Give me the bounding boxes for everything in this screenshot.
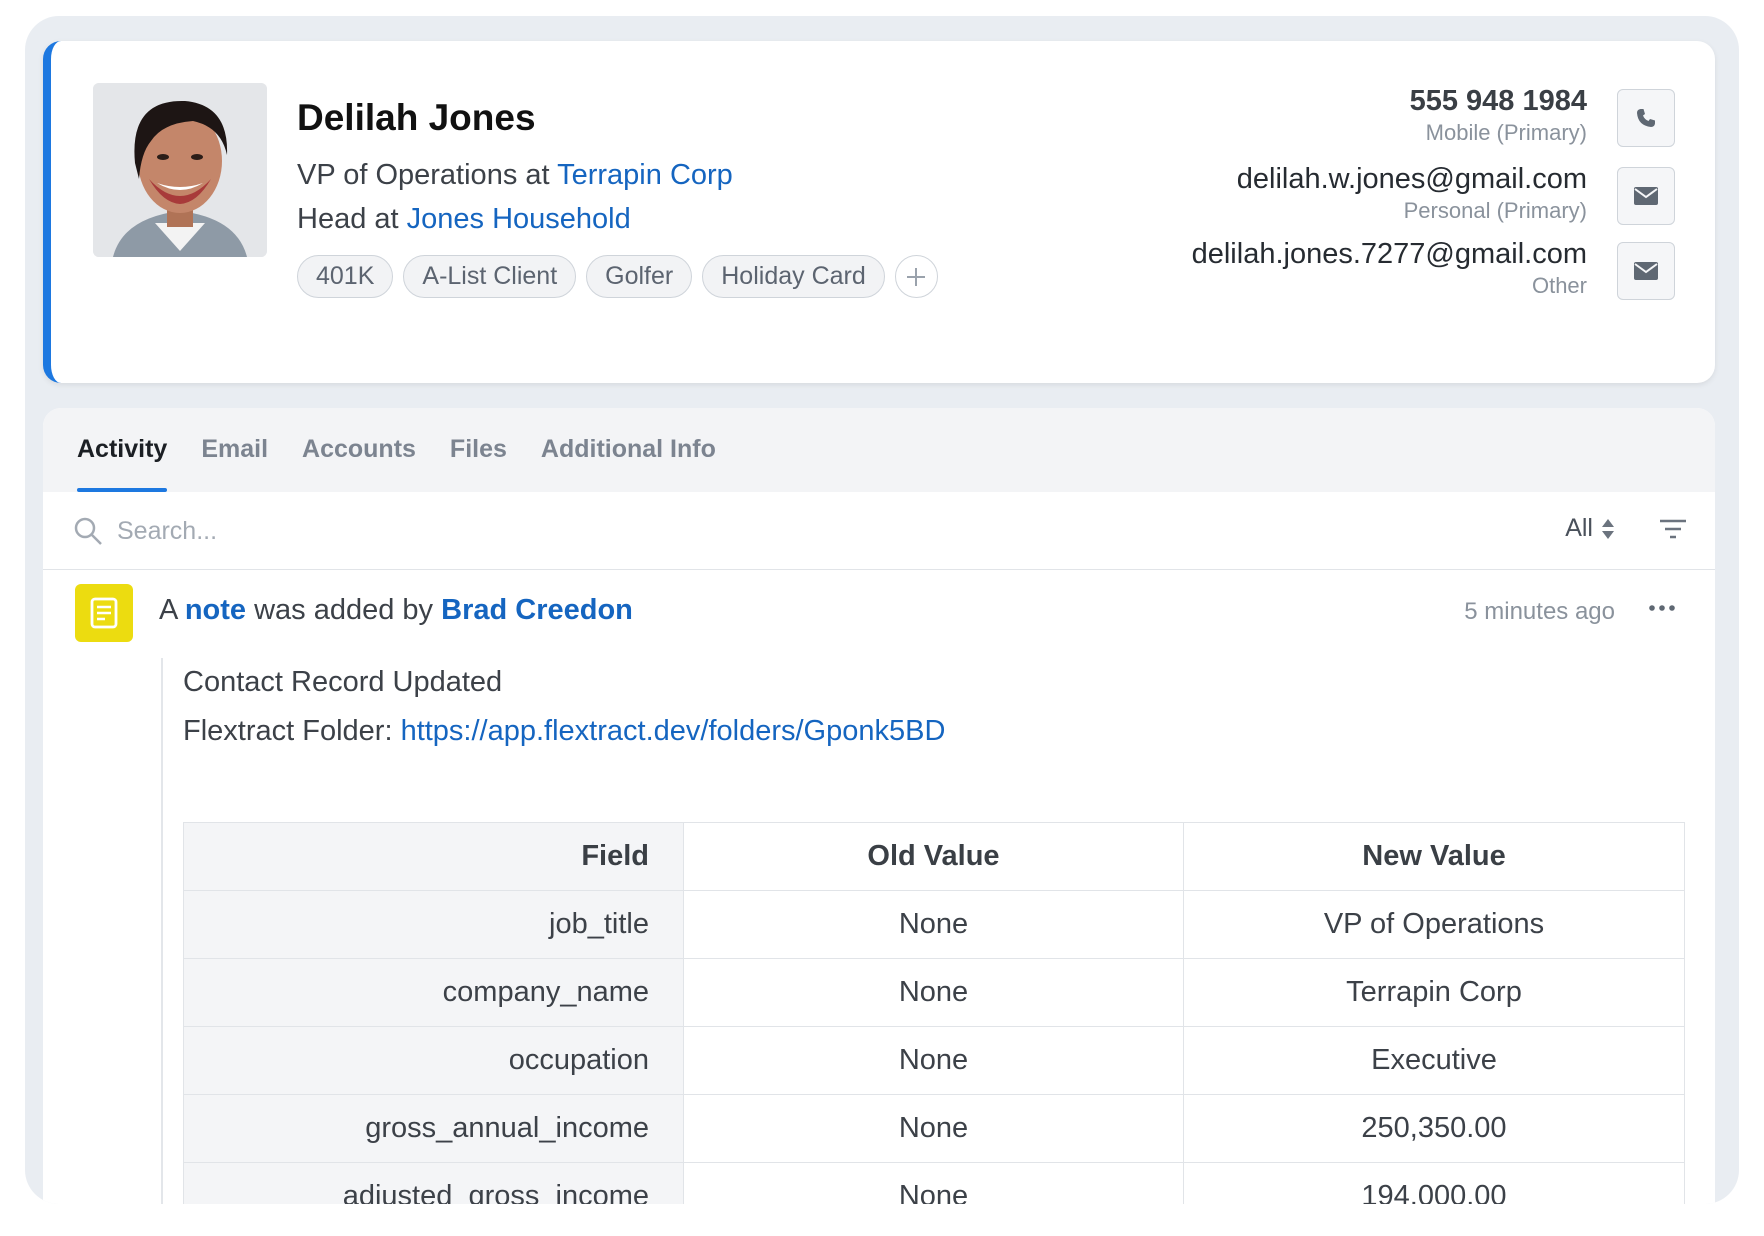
tab-bar: Activity Email Accounts Files Additional…: [43, 408, 1715, 492]
activity-body: Contact Record Updated Flextract Folder:…: [161, 658, 1691, 1204]
folder-label: Flextract Folder:: [183, 715, 393, 747]
mail-icon: [1634, 262, 1658, 280]
column-header-field: Field: [183, 822, 684, 891]
tab-accounts[interactable]: Accounts: [302, 435, 416, 492]
old-value-cell: None: [683, 1162, 1184, 1204]
note-link[interactable]: note: [185, 594, 246, 626]
search-icon: [74, 517, 102, 545]
new-value-cell: 250,350.00: [1183, 1094, 1685, 1163]
activity-panel: Activity Email Accounts Files Additional…: [43, 408, 1715, 1204]
tag-chip[interactable]: A-List Client: [403, 255, 577, 298]
old-value-cell: None: [683, 890, 1184, 959]
tab-email[interactable]: Email: [201, 435, 268, 492]
plus-icon: [907, 267, 926, 286]
email-other-label: Other: [1531, 273, 1587, 298]
job-title-text: VP of Operations at: [297, 159, 550, 191]
table-row: company_name None Terrapin Corp: [183, 958, 1685, 1027]
table-row: gross_annual_income None 250,350.00: [183, 1094, 1685, 1163]
contact-card: Delilah Jones VP of Operations at Terrap…: [43, 41, 1715, 383]
table-header-row: Field Old Value New Value: [183, 822, 1685, 891]
changes-table: Field Old Value New Value job_title None…: [183, 822, 1685, 1204]
email-other-block: delilah.jones.7277@gmail.com Other: [1192, 238, 1587, 299]
tag-list: 401K A-List Client Golfer Holiday Card: [297, 255, 938, 298]
table-row: job_title None VP of Operations: [183, 890, 1685, 959]
column-header-old-value: Old Value: [683, 822, 1184, 891]
more-options-icon[interactable]: [1649, 604, 1675, 612]
mail-icon: [1634, 187, 1658, 205]
tag-chip[interactable]: Holiday Card: [702, 255, 885, 298]
phone-block: 555 948 1984 Mobile (Primary): [1410, 85, 1587, 146]
old-value-cell: None: [683, 1026, 1184, 1095]
new-value-cell: VP of Operations: [1183, 890, 1685, 959]
email-primary[interactable]: delilah.w.jones@gmail.com: [1237, 163, 1587, 196]
table-row: occupation None Executive: [183, 1026, 1685, 1095]
old-value-cell: None: [683, 958, 1184, 1027]
folder-line: Flextract Folder: https://app.flextract.…: [183, 707, 1691, 756]
company-link[interactable]: Terrapin Corp: [557, 159, 733, 191]
household-line: Head at Jones Household: [297, 203, 631, 236]
phone-icon: [1637, 109, 1655, 127]
field-cell: job_title: [183, 890, 684, 959]
email-primary-label: Personal (Primary): [1403, 198, 1587, 223]
field-cell: company_name: [183, 958, 684, 1027]
household-link[interactable]: Jones Household: [407, 203, 631, 235]
folder-url-link[interactable]: https://app.flextract.dev/folders/Gponk5…: [401, 715, 946, 747]
tab-additional-info[interactable]: Additional Info: [541, 435, 716, 492]
tag-chip[interactable]: 401K: [297, 255, 394, 298]
tag-chip[interactable]: Golfer: [586, 255, 693, 298]
avatar: [93, 83, 267, 257]
activity-timestamp: 5 minutes ago: [1464, 598, 1615, 625]
email-primary-button[interactable]: [1617, 167, 1675, 225]
filter-icon[interactable]: [1659, 518, 1687, 540]
activity-verb: was added by: [254, 594, 434, 626]
call-button[interactable]: [1617, 89, 1675, 147]
job-line: VP of Operations at Terrapin Corp: [297, 159, 733, 192]
old-value-cell: None: [683, 1094, 1184, 1163]
column-header-new-value: New Value: [1183, 822, 1685, 891]
new-value-cell: Terrapin Corp: [1183, 958, 1685, 1027]
email-other-button[interactable]: [1617, 242, 1675, 300]
email-primary-block: delilah.w.jones@gmail.com Personal (Prim…: [1237, 163, 1587, 224]
field-cell: adjusted_gross_income: [183, 1162, 684, 1204]
activity-title: A note was added by Brad Creedon: [159, 594, 633, 627]
phone-number[interactable]: 555 948 1984: [1410, 85, 1587, 118]
household-role-text: Head at: [297, 203, 399, 235]
app-frame: Delilah Jones VP of Operations at Terrap…: [25, 16, 1739, 1204]
note-icon: [75, 584, 133, 642]
email-other[interactable]: delilah.jones.7277@gmail.com: [1192, 238, 1587, 271]
phone-label: Mobile (Primary): [1425, 120, 1587, 145]
new-value-cell: Executive: [1183, 1026, 1685, 1095]
activity-type-value: All: [1565, 514, 1593, 542]
search-bar: All: [43, 492, 1715, 570]
sort-arrows-icon: [1602, 518, 1614, 539]
field-cell: gross_annual_income: [183, 1094, 684, 1163]
activity-prefix: A: [159, 594, 177, 626]
field-cell: occupation: [183, 1026, 684, 1095]
new-value-cell: 194,000.00: [1183, 1162, 1685, 1204]
tab-files[interactable]: Files: [450, 435, 507, 492]
add-tag-button[interactable]: [894, 255, 938, 298]
table-row: adjusted_gross_income None 194,000.00: [183, 1162, 1685, 1204]
search-input[interactable]: [117, 510, 1017, 552]
activity-type-select[interactable]: All: [1565, 514, 1615, 543]
contact-name: Delilah Jones: [297, 97, 536, 138]
note-summary: Contact Record Updated: [183, 666, 503, 698]
tab-activity[interactable]: Activity: [77, 435, 168, 492]
author-link[interactable]: Brad Creedon: [441, 594, 633, 626]
